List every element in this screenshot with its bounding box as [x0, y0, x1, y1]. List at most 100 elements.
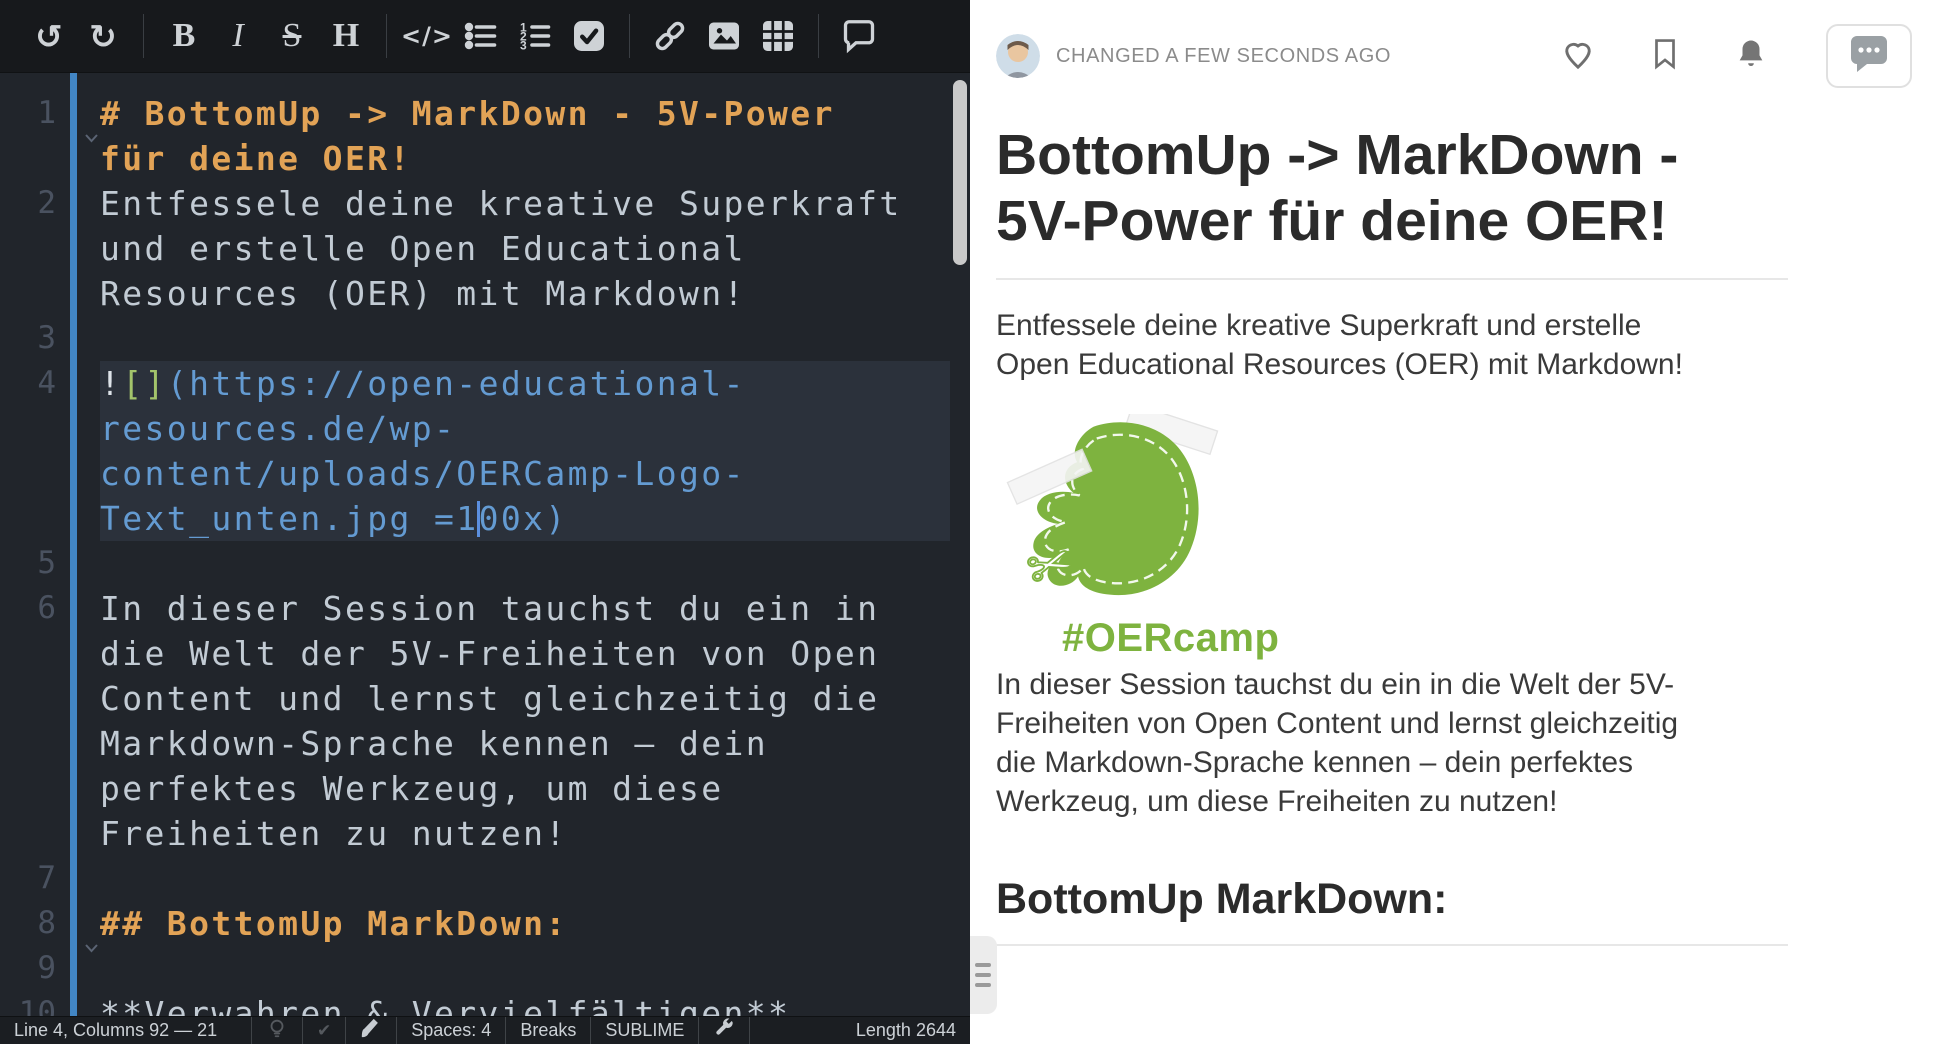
line-gutter: 9	[0, 946, 100, 991]
toolbar-group: B ISH	[157, 11, 373, 61]
preview-pane: Changed a few seconds ago BottomUp -> Ma…	[970, 0, 1938, 1044]
comment-button[interactable]	[837, 11, 881, 61]
line-gutter	[0, 496, 100, 541]
oercamp-hashtag: #OERcamp	[1062, 616, 1260, 661]
code-line-2-row1[interactable]: 2 Entfessele deine kreative Superkraft	[0, 181, 970, 226]
line-gutter: 3	[0, 316, 100, 361]
undo-button[interactable]: ↺	[27, 11, 71, 61]
code-text: und erstelle Open Educational	[100, 226, 950, 271]
code-line-3[interactable]: 3	[0, 316, 970, 361]
redo-button[interactable]: ↻	[81, 11, 125, 61]
status-keymap-setting[interactable]: SUBLIME	[591, 1017, 699, 1044]
code-line-10[interactable]: 10**Verwahren & Vervielfältigen**	[0, 991, 970, 1016]
code-line-9[interactable]: 9	[0, 946, 970, 991]
line-gutter: 7	[0, 856, 100, 901]
toolbar-group	[832, 11, 886, 61]
notifications-bell-button[interactable]	[1734, 37, 1768, 76]
split-drag-handle[interactable]	[970, 936, 997, 1014]
bookmark-button[interactable]	[1648, 37, 1682, 76]
line-number: 3	[37, 316, 56, 361]
code-text: ![](https://open-educational-	[100, 361, 950, 406]
line-gutter	[0, 406, 100, 451]
code-line-4-row2[interactable]: resources.de/wp-	[0, 406, 970, 451]
session-paragraph: In dieser Session tauchst du ein in die …	[996, 665, 1800, 821]
editor-statusbar: Line 4, Columns 92 — 21✔Spaces: 4BreaksS…	[0, 1016, 970, 1044]
status-linebreak-setting[interactable]: Breaks	[506, 1017, 591, 1044]
preview-actions	[1560, 24, 1912, 88]
code-line-2-row3[interactable]: Resources (OER) mit Markdown!	[0, 271, 970, 316]
code-line-6-row3[interactable]: Content und lernst gleichzeitig die	[0, 676, 970, 721]
code-line-4-row4[interactable]: Text_unten.jpg =100x)	[0, 496, 970, 541]
ordered-list-button[interactable]: 123	[513, 11, 557, 61]
author-avatar[interactable]	[996, 34, 1040, 78]
code-line-7[interactable]: 7	[0, 856, 970, 901]
code-line-6-row1[interactable]: 6In dieser Session tauchst du ein in	[0, 586, 970, 631]
image-button[interactable]	[702, 11, 746, 61]
code-text	[100, 541, 950, 586]
italic-button[interactable]: I	[216, 11, 260, 61]
link-button[interactable]	[648, 11, 692, 61]
code-line-6-row6[interactable]: Freiheiten zu nutzen!	[0, 811, 970, 856]
line-gutter	[0, 676, 100, 721]
code-line-4-row3[interactable]: content/uploads/OERCamp-Logo-	[0, 451, 970, 496]
line-number: 8	[37, 901, 56, 946]
image-icon	[706, 18, 742, 54]
table-icon	[760, 18, 796, 54]
code-line-6-row2[interactable]: die Welt der 5V-Freiheiten von Open	[0, 631, 970, 676]
code-line-6-row5[interactable]: perfektes Werkzeug, um diese	[0, 766, 970, 811]
line-number: 1	[37, 91, 56, 136]
table-button[interactable]	[756, 11, 800, 61]
line-number: 2	[37, 181, 56, 226]
line-number: 7	[37, 856, 56, 901]
status-spellcheck[interactable]: ✔	[303, 1017, 346, 1044]
bell-icon	[1734, 37, 1768, 76]
oercamp-flame-graphic: ✂	[1000, 414, 1236, 609]
heading-button[interactable]: H	[324, 11, 368, 61]
last-changed-status: Changed a few seconds ago	[1056, 45, 1391, 68]
italic-icon: I	[232, 19, 243, 53]
editor-scrollbar[interactable]	[953, 80, 967, 265]
bold-button[interactable]: B	[162, 11, 206, 61]
wrench-icon	[713, 1017, 735, 1044]
status-indent-setting[interactable]: Spaces: 4	[397, 1017, 506, 1044]
intro-paragraph: Entfessele deine kreative Superkraft und…	[996, 306, 1800, 384]
avatar-photo	[996, 34, 1040, 78]
comment-bubble-icon	[1845, 30, 1893, 83]
line-gutter	[0, 631, 100, 676]
h1-divider	[996, 278, 1788, 280]
code-line-5[interactable]: 5	[0, 541, 970, 586]
code-icon: </>	[401, 22, 453, 50]
code-text: ## BottomUp MarkDown:	[100, 901, 950, 946]
code-block-button[interactable]: </>	[405, 11, 449, 61]
code-line-4-row1[interactable]: 4![](https://open-educational-	[0, 361, 970, 406]
bold-icon: B	[173, 19, 196, 53]
favorite-heart-button[interactable]	[1560, 36, 1596, 77]
link-icon	[652, 18, 688, 54]
code-text: Entfessele deine kreative Superkraft	[100, 181, 950, 226]
code-editor[interactable]: 1# BottomUp -> MarkDown - 5V-Powerfür de…	[0, 73, 970, 1016]
code-line-2-row2[interactable]: und erstelle Open Educational	[0, 226, 970, 271]
line-gutter	[0, 811, 100, 856]
line-gutter	[0, 226, 100, 271]
status-night-mode[interactable]	[252, 1017, 303, 1044]
checklist-button[interactable]	[567, 11, 611, 61]
unordered-list-button[interactable]	[459, 11, 503, 61]
line-gutter	[0, 136, 100, 181]
comments-button[interactable]	[1826, 24, 1912, 88]
code-line-1-row2[interactable]: für deine OER!	[0, 136, 970, 181]
oercamp-logo-image: ✂ #OERcamp	[1000, 414, 1260, 661]
status-theme-brush[interactable]	[346, 1017, 397, 1044]
code-line-8[interactable]: 8 ## BottomUp MarkDown:	[0, 901, 970, 946]
status-preferences-wrench[interactable]	[699, 1017, 750, 1044]
code-text: Content und lernst gleichzeitig die	[100, 676, 950, 721]
code-line-6-row4[interactable]: Markdown-Sprache kennen – dein	[0, 721, 970, 766]
code-text: **Verwahren & Vervielfältigen**	[100, 991, 950, 1016]
strikethrough-button[interactable]: S	[270, 11, 314, 61]
toolbar-separator	[629, 14, 630, 58]
status-doc-length: Length 2644	[842, 1017, 970, 1044]
lightbulb-icon	[266, 1017, 288, 1044]
code-line-1-row1[interactable]: 1# BottomUp -> MarkDown - 5V-Power	[0, 91, 970, 136]
line-gutter: 4	[0, 361, 100, 406]
check-icon: ✔	[317, 1020, 331, 1041]
line-gutter: 10	[0, 991, 100, 1016]
